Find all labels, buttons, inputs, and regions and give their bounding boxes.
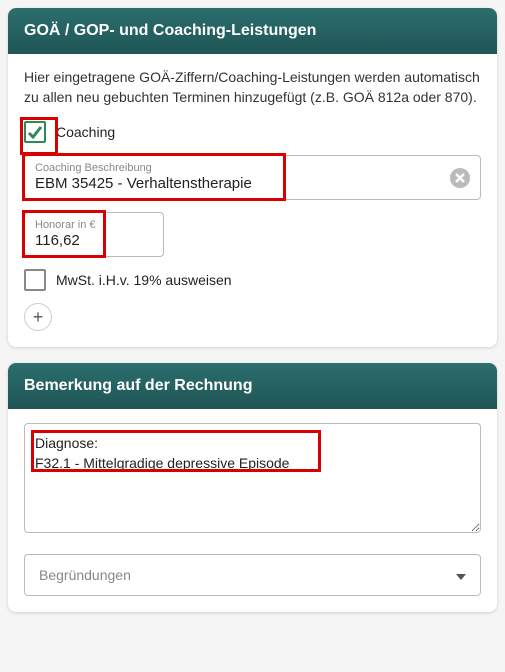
coaching-description-label: Coaching Beschreibung bbox=[35, 162, 470, 174]
honorar-label: Honorar in € bbox=[35, 219, 153, 231]
add-button[interactable]: + bbox=[24, 303, 52, 331]
goa-card-title: GOÄ / GOP- und Coaching-Leistungen bbox=[24, 22, 316, 39]
clear-icon[interactable] bbox=[450, 168, 470, 188]
remark-card-body: Begründungen bbox=[8, 409, 497, 612]
remark-card-title: Bemerkung auf der Rechnung bbox=[24, 377, 252, 394]
remark-card: Bemerkung auf der Rechnung Begründungen bbox=[8, 363, 497, 612]
mwst-checkbox-label: MwSt. i.H.v. 19% ausweisen bbox=[56, 272, 232, 288]
mwst-checkbox[interactable] bbox=[24, 269, 46, 291]
mwst-checkbox-row: MwSt. i.H.v. 19% ausweisen bbox=[24, 269, 481, 291]
coaching-checkbox[interactable] bbox=[24, 121, 46, 143]
remark-textarea[interactable] bbox=[24, 423, 481, 533]
remark-card-header: Bemerkung auf der Rechnung bbox=[8, 363, 497, 409]
check-icon bbox=[27, 124, 43, 140]
goa-description: Hier eingetragene GOÄ-Ziffern/Coaching-L… bbox=[24, 68, 481, 107]
goa-card-body: Hier eingetragene GOÄ-Ziffern/Coaching-L… bbox=[8, 54, 497, 347]
coaching-checkbox-label: Coaching bbox=[56, 124, 115, 140]
goa-card: GOÄ / GOP- und Coaching-Leistungen Hier … bbox=[8, 8, 497, 347]
reasons-select[interactable]: Begründungen bbox=[24, 554, 481, 596]
coaching-description-input[interactable] bbox=[35, 175, 470, 192]
honorar-field[interactable]: Honorar in € bbox=[24, 212, 164, 257]
reasons-select-placeholder: Begründungen bbox=[39, 567, 131, 583]
plus-icon: + bbox=[33, 307, 44, 328]
coaching-checkbox-row: Coaching bbox=[24, 121, 481, 143]
goa-card-header: GOÄ / GOP- und Coaching-Leistungen bbox=[8, 8, 497, 54]
honorar-input[interactable] bbox=[35, 232, 153, 249]
chevron-down-icon bbox=[456, 567, 466, 583]
coaching-description-field[interactable]: Coaching Beschreibung bbox=[24, 155, 481, 200]
